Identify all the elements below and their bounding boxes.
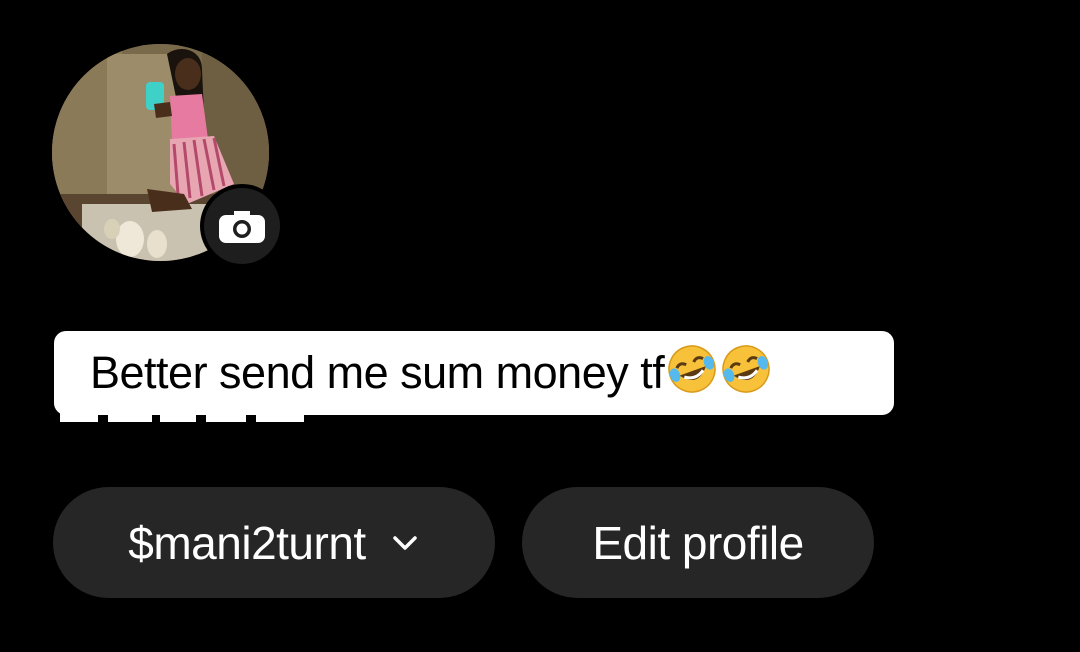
caption-overlay: Better send me sum money tf (54, 331, 894, 415)
chevron-down-icon (392, 535, 417, 550)
username-switcher-button[interactable]: $mani2turnt (53, 487, 495, 598)
rolling-on-floor-laughing-emoji (668, 345, 716, 393)
edit-profile-label: Edit profile (592, 516, 804, 569)
change-photo-button[interactable] (200, 184, 284, 268)
camera-icon (219, 211, 265, 243)
camera-badge-inner (204, 188, 280, 264)
caption-text: Better send me sum money tf (90, 347, 665, 398)
username-label: $mani2turnt (128, 516, 366, 569)
rolling-on-floor-laughing-emoji (722, 345, 770, 393)
edit-profile-button[interactable]: Edit profile (522, 487, 874, 598)
